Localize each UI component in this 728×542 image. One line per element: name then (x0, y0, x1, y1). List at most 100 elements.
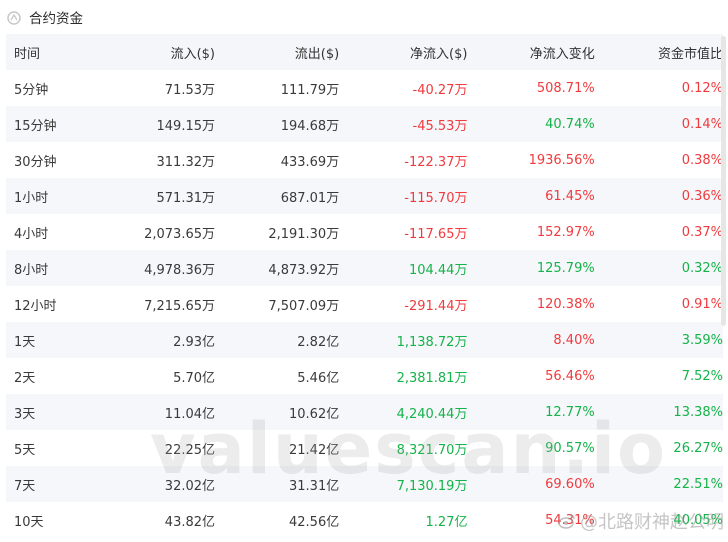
cell-net-inflow: -115.70万 (339, 178, 468, 214)
cell-inflow: 2.93亿 (119, 322, 216, 358)
funds-icon (7, 10, 21, 25)
cell-net-inflow: 4,240.44万 (339, 394, 468, 430)
cell-inflow: 571.31万 (119, 178, 216, 214)
cell-outflow: 5.46亿 (215, 358, 340, 394)
cell-net-change: 69.60% (467, 466, 595, 502)
cell-net-inflow: -291.44万 (339, 286, 468, 322)
cell-net-change: 1936.56% (467, 142, 595, 178)
cell-market-cap-ratio: 26.27% (594, 430, 723, 466)
cell-net-change: 508.71% (467, 70, 595, 106)
cell-net-change: 120.38% (467, 286, 595, 322)
column-header-outflow[interactable]: 流出($) (215, 34, 340, 70)
funds-table: 时间 流入($) 流出($) 净流入($) 净流入变化 资金市值比 5分钟 71.… (6, 34, 723, 538)
cell-inflow: 311.32万 (119, 142, 216, 178)
cell-net-inflow: 2,381.81万 (339, 358, 468, 394)
cell-outflow: 687.01万 (215, 178, 340, 214)
table-row[interactable]: 10天 43.82亿 42.56亿 1.27亿 54.31% 40.05% (6, 502, 723, 538)
cell-outflow: 7,507.09万 (215, 286, 340, 322)
cell-outflow: 31.31亿 (215, 466, 340, 502)
cell-market-cap-ratio: 0.91% (594, 286, 723, 322)
panel-title: 合约资金 (29, 11, 83, 27)
cell-net-change: 54.31% (467, 502, 595, 538)
column-header-net-change[interactable]: 净流入变化 (467, 34, 595, 70)
cell-time: 10天 (6, 502, 120, 538)
cell-time: 15分钟 (6, 106, 120, 142)
cell-time: 30分钟 (6, 142, 120, 178)
table-row[interactable]: 12小时 7,215.65万 7,507.09万 -291.44万 120.38% 0.9… (6, 286, 723, 322)
cell-time: 3天 (6, 394, 120, 430)
cell-inflow: 11.04亿 (119, 394, 216, 430)
cell-outflow: 2,191.30万 (215, 214, 340, 250)
cell-market-cap-ratio: 0.37% (594, 214, 723, 250)
cell-net-change: 125.79% (467, 250, 595, 286)
cell-time: 5分钟 (6, 70, 120, 106)
cell-inflow: 22.25亿 (119, 430, 216, 466)
table-row[interactable]: 15分钟 149.15万 194.68万 -45.53万 40.74% 0.14% (6, 106, 723, 142)
cell-outflow: 111.79万 (215, 70, 340, 106)
cell-time: 12小时 (6, 286, 120, 322)
table-row[interactable]: 30分钟 311.32万 433.69万 -122.37万 1936.56% 0.38% (6, 142, 723, 178)
cell-time: 7天 (6, 466, 120, 502)
cell-outflow: 42.56亿 (215, 502, 340, 538)
cell-market-cap-ratio: 22.51% (594, 466, 723, 502)
cell-net-change: 12.77% (467, 394, 595, 430)
cell-market-cap-ratio: 0.14% (594, 106, 723, 142)
cell-net-inflow: -117.65万 (339, 214, 468, 250)
table-row[interactable]: 1小时 571.31万 687.01万 -115.70万 61.45% 0.36% (6, 178, 723, 214)
cell-inflow: 2,073.65万 (119, 214, 216, 250)
column-header-inflow[interactable]: 流入($) (119, 34, 216, 70)
cell-market-cap-ratio: 40.05% (594, 502, 723, 538)
table-row[interactable]: 5分钟 71.53万 111.79万 -40.27万 508.71% 0.12% (6, 70, 723, 106)
cell-market-cap-ratio: 13.38% (594, 394, 723, 430)
cell-inflow: 5.70亿 (119, 358, 216, 394)
cell-time: 1天 (6, 322, 120, 358)
cell-net-change: 152.97% (467, 214, 595, 250)
cell-inflow: 32.02亿 (119, 466, 216, 502)
table-row[interactable]: 1天 2.93亿 2.82亿 1,138.72万 8.40% 3.59% (6, 322, 723, 358)
cell-inflow: 71.53万 (119, 70, 216, 106)
cell-net-inflow: 7,130.19万 (339, 466, 468, 502)
cell-time: 2天 (6, 358, 120, 394)
table-body: 5分钟 71.53万 111.79万 -40.27万 508.71% 0.12% 15分钟 1… (6, 70, 723, 538)
table-row[interactable]: 2天 5.70亿 5.46亿 2,381.81万 56.46% 7.52% (6, 358, 723, 394)
cell-net-change: 40.74% (467, 106, 595, 142)
cell-market-cap-ratio: 0.36% (594, 178, 723, 214)
vertical-scrollbar[interactable] (721, 36, 726, 326)
table-row[interactable]: 5天 22.25亿 21.42亿 8,321.70万 90.57% 26.27% (6, 430, 723, 466)
cell-inflow: 7,215.65万 (119, 286, 216, 322)
table-header-row: 时间 流入($) 流出($) 净流入($) 净流入变化 资金市值比 (6, 34, 723, 70)
cell-net-inflow: 1,138.72万 (339, 322, 468, 358)
cell-net-inflow: -40.27万 (339, 70, 468, 106)
cell-market-cap-ratio: 0.38% (594, 142, 723, 178)
cell-time: 8小时 (6, 250, 120, 286)
table-row[interactable]: 8小时 4,978.36万 4,873.92万 104.44万 125.79% 0.32% (6, 250, 723, 286)
contract-funds-panel: 合约资金 时间 流入($) 流出($) 净流入($) 净流入变化 资金市值比 5… (0, 0, 728, 542)
cell-net-change: 90.57% (467, 430, 595, 466)
cell-inflow: 43.82亿 (119, 502, 216, 538)
cell-inflow: 4,978.36万 (119, 250, 216, 286)
cell-outflow: 21.42亿 (215, 430, 340, 466)
cell-net-change: 8.40% (467, 322, 595, 358)
cell-outflow: 2.82亿 (215, 322, 340, 358)
cell-net-inflow: -122.37万 (339, 142, 468, 178)
column-header-time[interactable]: 时间 (6, 34, 120, 70)
cell-market-cap-ratio: 7.52% (594, 358, 723, 394)
table-row[interactable]: 3天 11.04亿 10.62亿 4,240.44万 12.77% 13.38% (6, 394, 723, 430)
column-header-market-cap-ratio[interactable]: 资金市值比 (594, 34, 723, 70)
cell-market-cap-ratio: 0.32% (594, 250, 723, 286)
cell-net-change: 56.46% (467, 358, 595, 394)
cell-net-inflow: 104.44万 (339, 250, 468, 286)
cell-net-change: 61.45% (467, 178, 595, 214)
cell-time: 1小时 (6, 178, 120, 214)
cell-time: 5天 (6, 430, 120, 466)
cell-market-cap-ratio: 0.12% (594, 70, 723, 106)
table-row[interactable]: 4小时 2,073.65万 2,191.30万 -117.65万 152.97% 0.37… (6, 214, 723, 250)
column-header-net-inflow[interactable]: 净流入($) (339, 34, 468, 70)
cell-outflow: 10.62亿 (215, 394, 340, 430)
cell-net-inflow: 8,321.70万 (339, 430, 468, 466)
cell-inflow: 149.15万 (119, 106, 216, 142)
cell-net-inflow: -45.53万 (339, 106, 468, 142)
cell-net-inflow: 1.27亿 (339, 502, 468, 538)
table-row[interactable]: 7天 32.02亿 31.31亿 7,130.19万 69.60% 22.51% (6, 466, 723, 502)
cell-time: 4小时 (6, 214, 120, 250)
